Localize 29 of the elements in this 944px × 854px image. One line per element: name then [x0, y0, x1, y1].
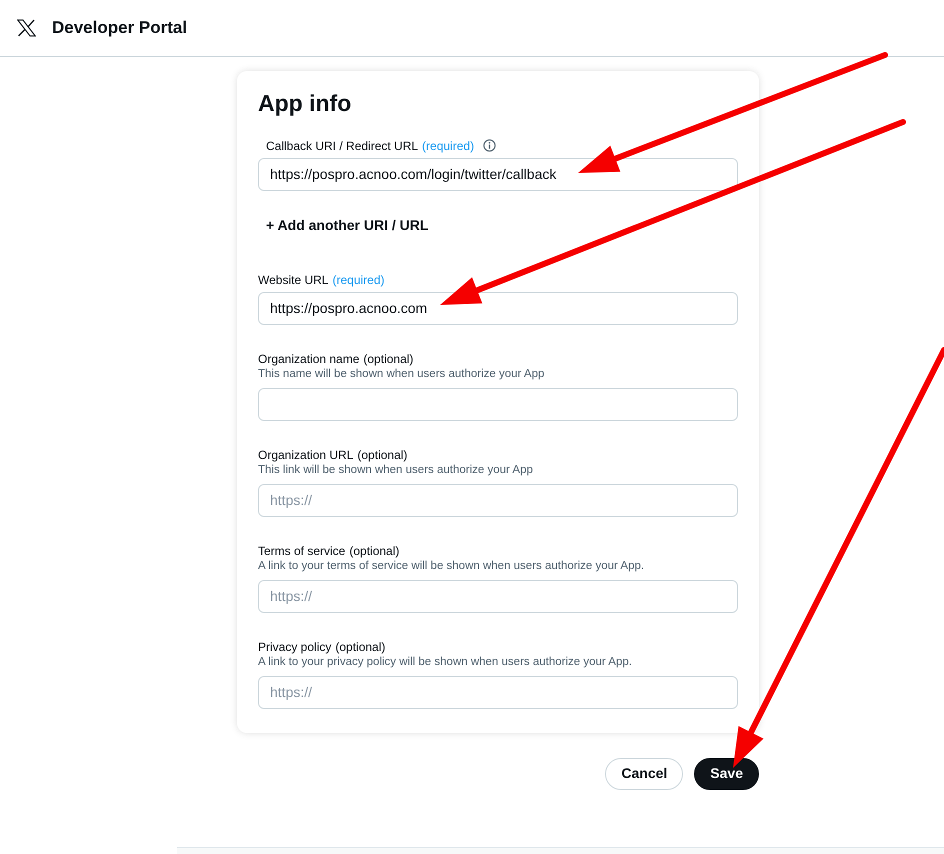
input-field[interactable]: https://pospro.acnoo.com	[258, 292, 738, 325]
field-label: Website URL	[258, 272, 328, 288]
field-label: Privacy policy	[258, 638, 332, 655]
field-qualifier: (required)	[332, 272, 385, 288]
add-uri-link[interactable]: + Add another URI / URL	[266, 214, 428, 236]
field-qualifier: (optional)	[363, 350, 414, 367]
info-icon[interactable]	[483, 139, 496, 152]
field-qualifier: (optional)	[335, 638, 386, 655]
field-qualifier: (optional)	[349, 542, 400, 559]
x-logo-icon[interactable]	[17, 19, 36, 37]
input-field[interactable]: https://	[258, 580, 738, 613]
field-label: Terms of service	[258, 542, 346, 559]
field-label: Organization name	[258, 350, 360, 367]
field-hint: A link to your privacy policy will be shown when users authorize your App.	[258, 654, 633, 670]
portal-title: Developer Portal	[52, 17, 188, 40]
save-button[interactable]: Save	[694, 758, 759, 790]
input-field[interactable]: https://	[258, 676, 738, 709]
cancel-button[interactable]: Cancel	[605, 758, 684, 790]
field-label: Callback URI / Redirect URL	[266, 138, 418, 154]
input-field[interactable]: https://	[258, 484, 738, 517]
field-qualifier: (optional)	[357, 446, 408, 463]
input-field[interactable]	[258, 388, 738, 421]
field-label: Organization URL	[258, 446, 354, 463]
field-hint: A link to your terms of service will be shown when users authorize your App.	[258, 558, 646, 574]
field-hint: This link will be shown when users authorize your App	[258, 462, 534, 478]
input-field[interactable]: https://pospro.acnoo.com/login/twitter/callback	[258, 158, 738, 191]
field-qualifier: (required)	[422, 138, 474, 154]
field-hint: This name will be shown when users authorize your App	[258, 366, 546, 382]
section-title: App info	[258, 90, 352, 118]
